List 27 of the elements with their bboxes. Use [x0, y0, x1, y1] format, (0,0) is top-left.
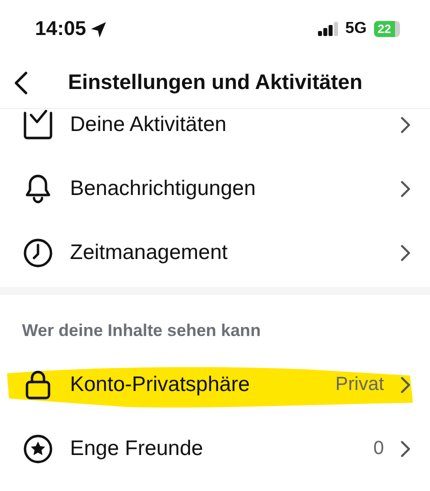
- chevron-right-icon: [400, 244, 410, 262]
- settings-row[interactable]: Zeitmanagement: [0, 221, 430, 285]
- settings-row[interactable]: Deine Aktivitäten: [0, 109, 430, 157]
- signal-icon: [318, 22, 338, 36]
- chevron-right-icon: [400, 440, 410, 458]
- row-label: Benachrichtigungen: [70, 177, 257, 201]
- back-chevron-icon: [14, 71, 28, 95]
- row-label: Deine Aktivitäten: [70, 113, 228, 137]
- network-label: 5G: [345, 20, 367, 38]
- calendar-check-icon: [22, 109, 54, 141]
- battery-indicator: 22: [374, 21, 400, 37]
- chevron-right-icon: [400, 116, 410, 134]
- page-title: Einstellungen und Aktivitäten: [68, 71, 362, 95]
- settings-row[interactable]: Benachrichtigungen: [0, 157, 430, 221]
- settings-row[interactable]: Konto-Privatsphäre Privat: [0, 353, 430, 417]
- row-label: Konto-Privatsphäre: [70, 373, 251, 397]
- clock-time: 14:05: [35, 18, 86, 40]
- chevron-right-icon: [400, 376, 410, 394]
- row-value: 0: [373, 438, 384, 460]
- row-value: Privat: [335, 374, 384, 396]
- row-label: Enge Freunde: [70, 437, 204, 461]
- clock-icon: [22, 237, 54, 269]
- settings-row[interactable]: Enge Freunde 0: [0, 417, 430, 481]
- chevron-right-icon: [400, 180, 410, 198]
- location-arrow-icon: [90, 20, 108, 38]
- section-heading: Wer deine Inhalte sehen kann: [21, 320, 262, 342]
- row-label: Zeitmanagement: [70, 241, 229, 265]
